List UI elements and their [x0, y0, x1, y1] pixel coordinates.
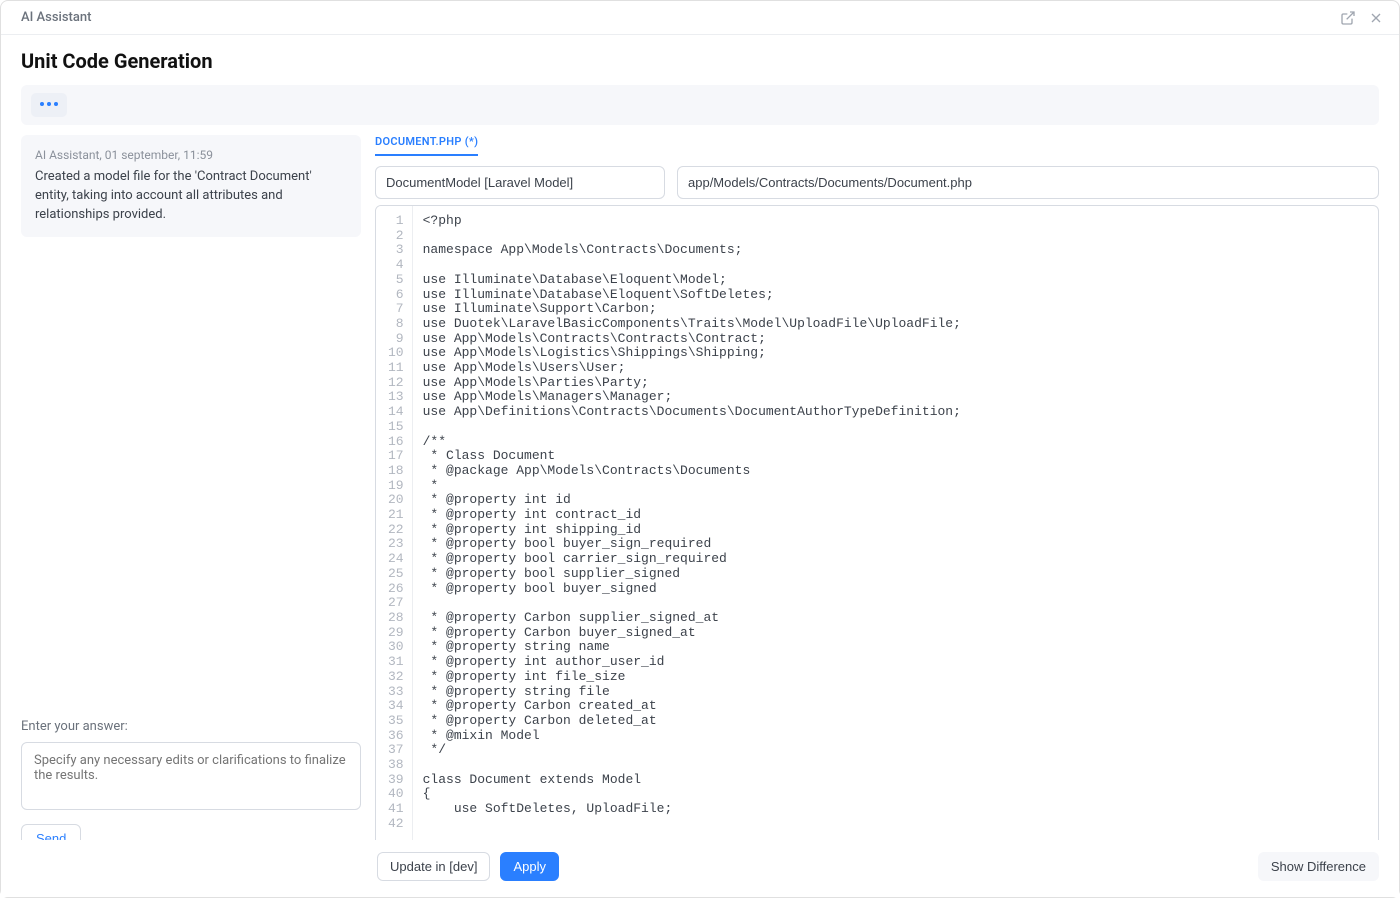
update-in-button[interactable]: Update in [dev]: [377, 852, 490, 881]
code-gutter: 1234567891011121314151617181920212223242…: [376, 206, 413, 852]
file-tabs: DOCUMENT.PHP (*): [375, 135, 1379, 156]
footer-bar: Update in [dev] Apply Show Difference: [1, 840, 1399, 897]
code-editor[interactable]: 1234567891011121314151617181920212223242…: [375, 205, 1379, 853]
apply-button[interactable]: Apply: [500, 852, 559, 881]
left-panel: AI Assistant, 01 september, 11:59 Create…: [21, 135, 361, 853]
file-path-input[interactable]: [677, 166, 1379, 199]
code-content[interactable]: <?php namespace App\Models\Contracts\Doc…: [413, 206, 1378, 852]
answer-label: Enter your answer:: [21, 719, 361, 734]
show-difference-button[interactable]: Show Difference: [1258, 852, 1379, 881]
toolbar: [21, 85, 1379, 125]
assistant-message: AI Assistant, 01 september, 11:59 Create…: [21, 135, 361, 237]
file-tab-active[interactable]: DOCUMENT.PHP (*): [375, 135, 478, 156]
popout-icon[interactable]: [1339, 9, 1357, 27]
model-descriptor-input[interactable]: [375, 166, 665, 199]
title-bar-actions: [1339, 9, 1385, 27]
title-bar: AI Assistant: [1, 1, 1399, 35]
right-panel: DOCUMENT.PHP (*) 12345678910111213141516…: [375, 135, 1379, 853]
answer-input[interactable]: [21, 742, 361, 810]
more-actions-button[interactable]: [31, 93, 67, 117]
assistant-message-meta: AI Assistant, 01 september, 11:59: [35, 147, 347, 164]
assistant-message-body: Created a model file for the 'Contract D…: [35, 168, 347, 225]
close-icon[interactable]: [1367, 9, 1385, 27]
app-title: AI Assistant: [21, 10, 91, 25]
page-title: Unit Code Generation: [1, 35, 1399, 85]
